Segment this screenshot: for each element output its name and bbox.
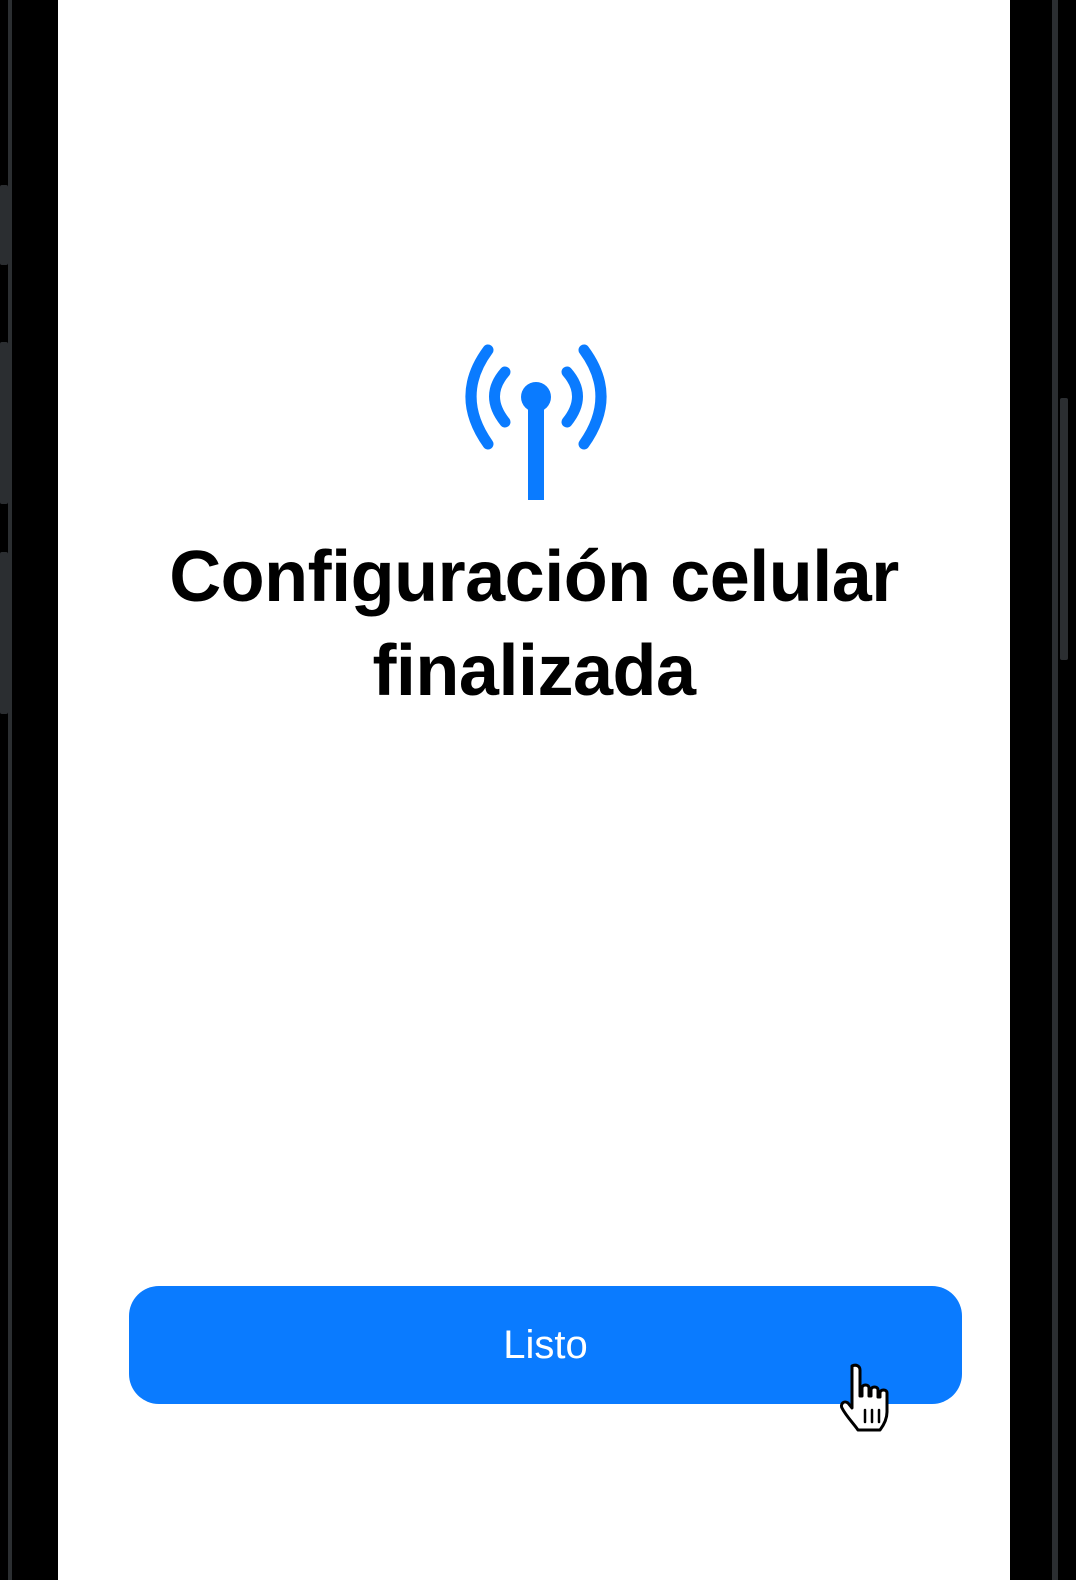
title-line-2: finalizada [372,631,696,711]
title-line-1: Configuración celular [169,537,899,617]
page-title: Configuración celular finalizada [58,530,1010,718]
hand-pointer-icon [840,1363,889,1432]
phone-frame-left [0,0,58,1580]
screen: Configuración celular finalizada Listo [58,0,1010,1580]
side-button-action [0,185,8,265]
antenna-radiowaves-icon [465,344,607,500]
side-button-volume-down [0,552,8,714]
side-button-power [1060,398,1068,660]
phone-frame-right [1010,0,1076,1580]
side-button-volume-up [0,342,8,504]
